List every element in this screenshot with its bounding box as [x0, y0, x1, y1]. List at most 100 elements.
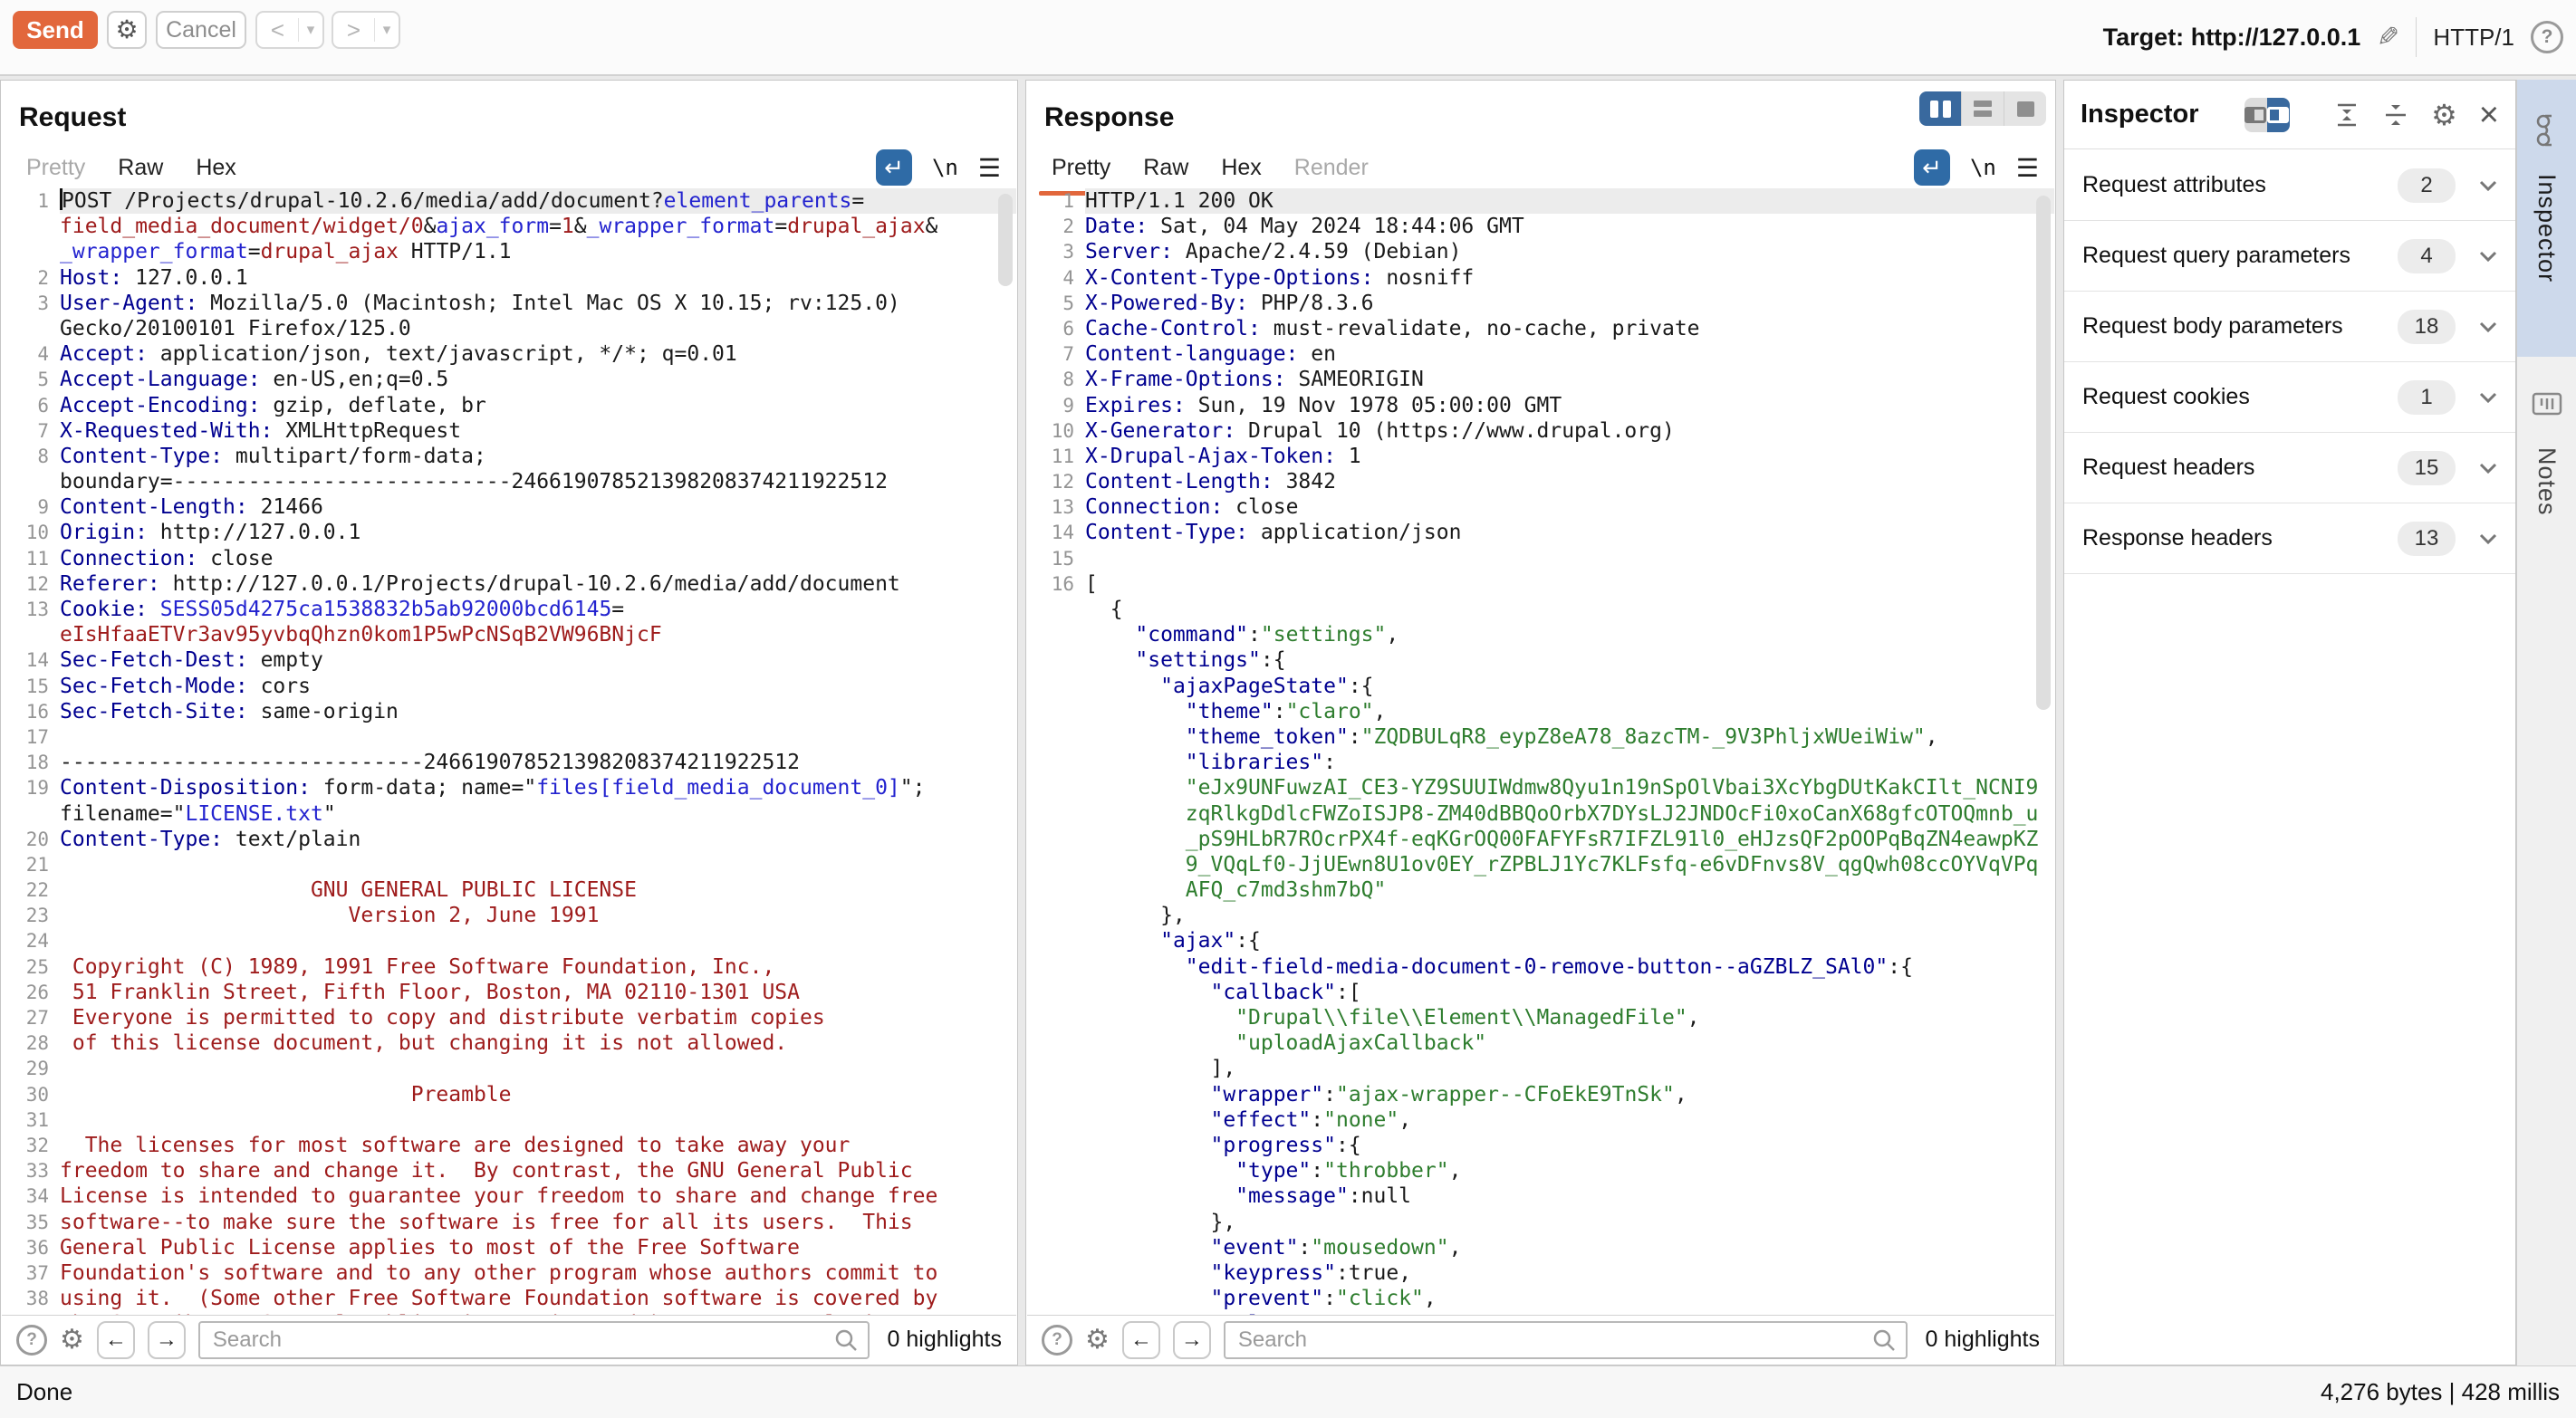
code-row: 24 [2, 928, 1016, 953]
search-prev-button[interactable]: ← [97, 1321, 135, 1359]
code-line: Content-Type: multipart/form-data; [60, 444, 1016, 469]
line-number: 2 [1027, 214, 1085, 239]
search-next-button[interactable]: → [1173, 1321, 1211, 1359]
line-number: 15 [1027, 546, 1085, 571]
line-number: 3 [2, 291, 60, 316]
http-version-selector[interactable]: HTTP/1 [2433, 24, 2514, 52]
code-row: "effect":"none", [1027, 1107, 2054, 1133]
line-number [1027, 1158, 1085, 1183]
inspector-section-request-cookies[interactable]: Request cookies1 [2064, 362, 2515, 433]
inspector-settings-button[interactable]: ⚙ [2431, 101, 2457, 129]
line-number [2, 214, 60, 239]
line-number [1027, 724, 1085, 750]
layout-single-button[interactable] [2004, 91, 2046, 126]
divider [2416, 17, 2417, 57]
send-settings-button[interactable]: ⚙ [107, 11, 147, 49]
request-editor[interactable]: 1POST /Projects/drupal-10.2.6/media/add/… [2, 188, 1016, 1315]
line-number: 3 [1027, 239, 1085, 264]
newline-display-toggle[interactable]: \n [932, 155, 958, 180]
code-line: Content-Type: text/plain [60, 827, 1016, 852]
menu-icon[interactable]: ☰ [2016, 153, 2039, 183]
newline-display-toggle[interactable]: \n [1970, 155, 1996, 180]
line-number: 9 [1027, 393, 1085, 418]
line-number [1027, 674, 1085, 699]
code-line: Cookie: SESS05d4275ca1538832b5ab92000bcd… [60, 597, 1016, 622]
code-line: "Drupal\\file\\Element\\ManagedFile", [1085, 1005, 2054, 1030]
code-line: Foundation's software and to any other p… [60, 1260, 1016, 1286]
inspector-section-request-headers[interactable]: Request headers15 [2064, 433, 2515, 503]
word-wrap-toggle[interactable]: ↵ [876, 149, 912, 186]
search-help-icon[interactable]: ? [16, 1325, 47, 1356]
code-line: Cache-Control: must-revalidate, no-cache… [1085, 316, 2054, 341]
side-tab-strip: Inspector Notes [2516, 80, 2576, 1365]
send-button[interactable]: Send [13, 11, 98, 49]
back-history-button[interactable]: < ▾ [255, 11, 324, 49]
code-line: Host: 127.0.0.1 [60, 265, 1016, 291]
response-scrollbar[interactable] [2036, 196, 2051, 710]
menu-icon[interactable]: ☰ [978, 153, 1001, 183]
search-prev-button[interactable]: ← [1122, 1321, 1160, 1359]
request-panel: Request Pretty Raw Hex ↵ \n ☰ 1POST /Pro… [0, 80, 1018, 1365]
side-tab-inspector[interactable]: Inspector [2517, 80, 2576, 357]
collapse-all-button[interactable] [2382, 101, 2409, 129]
line-number: 5 [1027, 291, 1085, 316]
code-row: ], [1027, 1056, 2054, 1081]
request-scrollbar[interactable] [998, 194, 1013, 286]
code-line [60, 724, 1016, 750]
forward-history-button[interactable]: > ▾ [332, 11, 400, 49]
response-panel: Response Pretty Raw Hex Render ↵ \n ☰ 1H… [1025, 80, 2056, 1365]
code-row: 6Accept-Encoding: gzip, deflate, br [2, 393, 1016, 418]
layout-columns-button[interactable] [1919, 91, 1961, 126]
help-icon[interactable]: ? [2531, 21, 2563, 53]
response-editor[interactable]: 1HTTP/1.1 200 OK2Date: Sat, 04 May 2024 … [1027, 188, 2054, 1315]
code-row: eIsHfaaETVr3av95yvbqQhzn0kom1P5wPcNSqB2V… [2, 622, 1016, 647]
dock-left-button[interactable] [2244, 98, 2267, 132]
request-search-bar: ? ⚙ ← → 0 highlights [2, 1315, 1016, 1364]
layout-rows-button[interactable] [1961, 91, 2004, 126]
search-settings-icon[interactable]: ⚙ [1085, 1327, 1110, 1354]
dock-right-button[interactable] [2267, 98, 2290, 132]
chevron-down-icon[interactable]: ▾ [375, 21, 399, 39]
line-number: 4 [1027, 265, 1085, 291]
code-row: 15 [1027, 546, 2054, 571]
code-line: }, [1085, 1210, 2054, 1235]
edit-target-icon[interactable]: ✎ [2377, 22, 2399, 53]
code-row: 9Expires: Sun, 19 Nov 1978 05:00:00 GMT [1027, 393, 2054, 418]
code-row: 12Referer: http://127.0.0.1/Projects/dru… [2, 571, 1016, 597]
line-number [1027, 980, 1085, 1005]
chevron-down-icon[interactable]: ▾ [299, 21, 322, 39]
code-line: X-Frame-Options: SAMEORIGIN [1085, 367, 2054, 392]
line-number [1027, 1133, 1085, 1158]
inspector-close-button[interactable]: × [2479, 98, 2499, 132]
inspector-section-request-attributes[interactable]: Request attributes2 [2064, 150, 2515, 221]
line-number: 13 [2, 597, 60, 622]
line-number [1027, 775, 1085, 800]
line-number [1027, 1005, 1085, 1030]
inspector-section-request-body-parameters[interactable]: Request body parameters18 [2064, 292, 2515, 362]
code-row: "Drupal\\file\\Element\\ManagedFile", [1027, 1005, 2054, 1030]
line-number [1027, 1235, 1085, 1260]
code-row: 22 GNU GENERAL PUBLIC LICENSE [2, 877, 1016, 903]
inspector-section-response-headers[interactable]: Response headers13 [2064, 503, 2515, 574]
side-tab-notes[interactable]: Notes [2517, 357, 2576, 619]
code-line: Version 2, June 1991 [60, 903, 1016, 928]
word-wrap-toggle[interactable]: ↵ [1914, 149, 1950, 186]
search-next-button[interactable]: → [148, 1321, 186, 1359]
cancel-button[interactable]: Cancel [156, 11, 246, 49]
code-line: _wrapper_format=drupal_ajax HTTP/1.1 [60, 239, 1016, 264]
line-number: 25 [2, 954, 60, 980]
search-help-icon[interactable]: ? [1042, 1325, 1072, 1356]
code-row: 10Origin: http://127.0.0.1 [2, 520, 1016, 545]
search-settings-icon[interactable]: ⚙ [60, 1327, 84, 1354]
code-line: Content-Length: 21466 [60, 494, 1016, 520]
code-row: 4X-Content-Type-Options: nosniff [1027, 265, 2054, 291]
expand-all-button[interactable] [2333, 101, 2360, 129]
inspector-section-request-query-parameters[interactable]: Request query parameters4 [2064, 221, 2515, 292]
response-search-input[interactable] [1224, 1321, 1908, 1359]
code-row: 6Cache-Control: must-revalidate, no-cach… [1027, 316, 2054, 341]
line-number: 7 [1027, 341, 1085, 367]
code-line: HTTP/1.1 200 OK [1085, 188, 2054, 214]
request-search-input[interactable] [198, 1321, 870, 1359]
code-line: License is intended to guarantee your fr… [60, 1183, 1016, 1209]
status-bar: Done 4,276 bytes | 428 millis [0, 1365, 2576, 1418]
